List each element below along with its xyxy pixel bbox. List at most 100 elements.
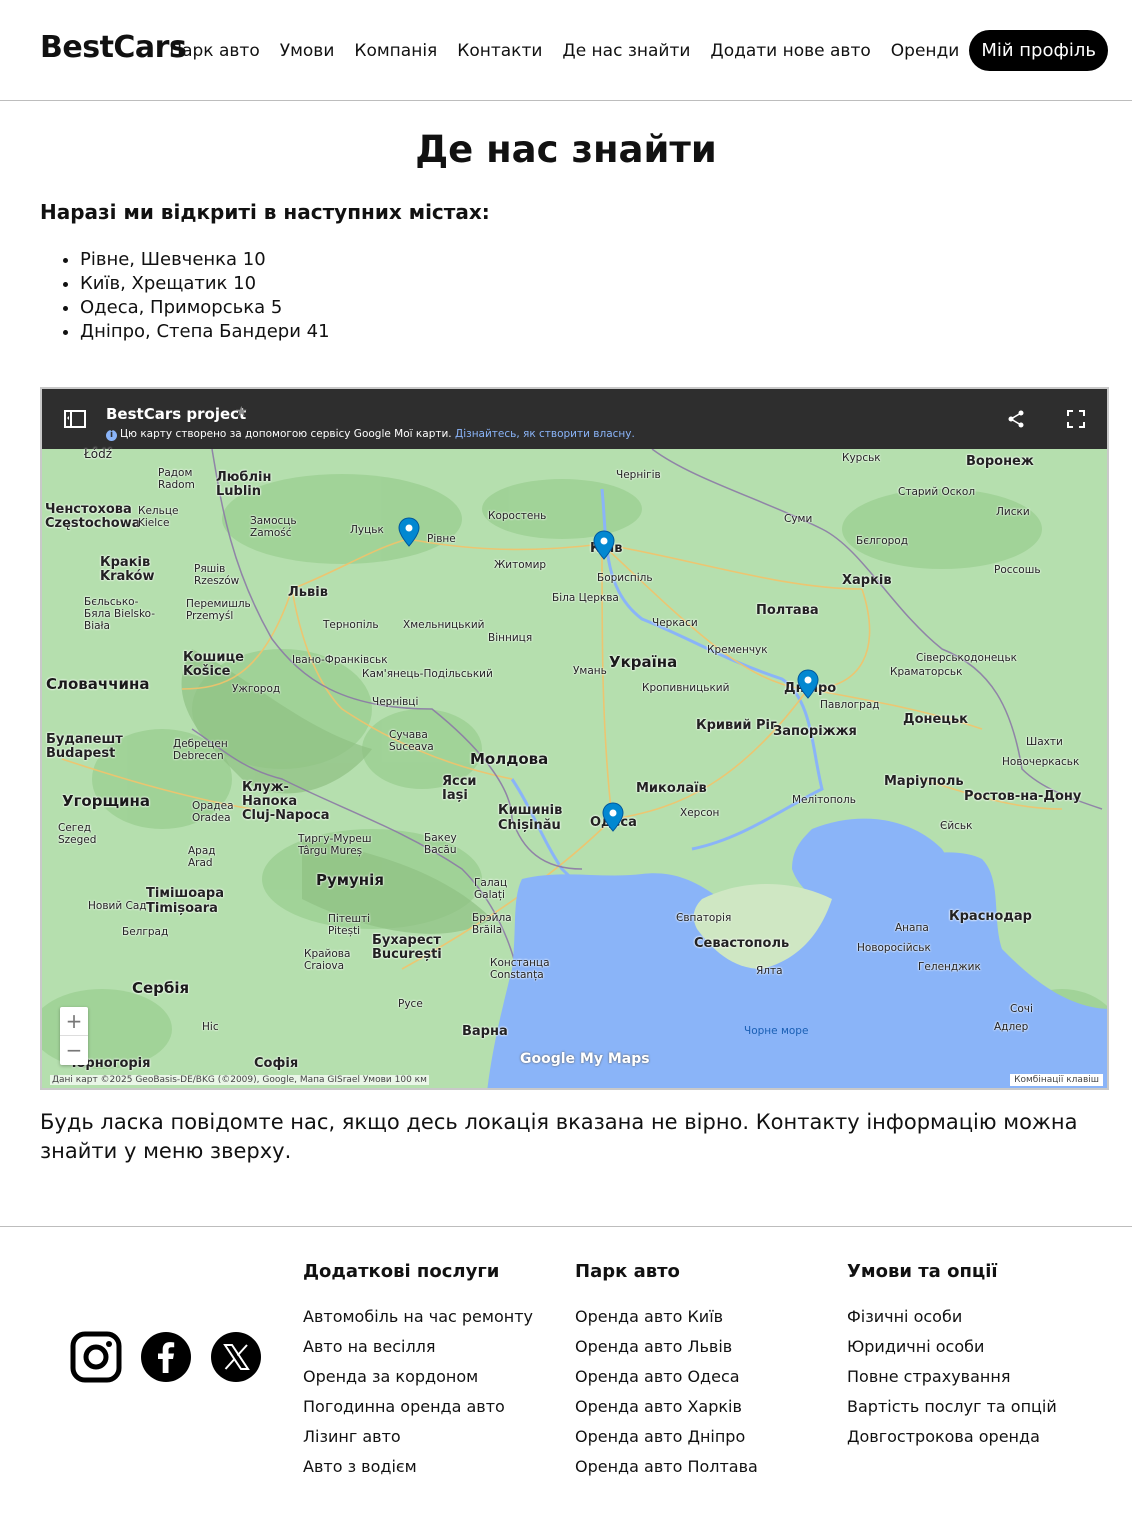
share-icon[interactable] — [1007, 410, 1025, 428]
map-label: Ряшів Rzeszów — [194, 563, 240, 587]
map-label: Кельце Kielce — [138, 505, 179, 529]
footer-link[interactable]: Погодинна оренда авто — [303, 1392, 533, 1422]
page-title: Де нас знайти — [415, 128, 717, 171]
map-canvas[interactable] — [42, 449, 1109, 1090]
map-label: Кременчук — [707, 644, 768, 656]
map-pin-kyiv[interactable] — [593, 530, 615, 560]
map-label: Маріуполь — [884, 774, 964, 789]
nav-fleet[interactable]: Парк авто — [169, 41, 259, 61]
map-subtitle: i Цю карту створено за допомогою сервісу … — [106, 428, 635, 441]
map-label: Мелітополь — [792, 794, 856, 806]
map-label: Геленджик — [918, 961, 981, 973]
map-pin-rivne[interactable] — [398, 517, 420, 547]
map-label: Варна — [462, 1024, 508, 1039]
footer-link[interactable]: Фізичні особи — [847, 1302, 1057, 1332]
footer-link[interactable]: Оренда за кордоном — [303, 1362, 533, 1392]
map-label: Тімішоара Timișoara — [146, 886, 224, 916]
map-label: Лиски — [996, 506, 1030, 518]
map-label: Люблін Lublin — [216, 470, 272, 499]
map-label: Адлер — [994, 1021, 1029, 1033]
map-pin-dnipro[interactable] — [797, 669, 819, 699]
footer-link[interactable]: Юридичні особи — [847, 1332, 1057, 1362]
nav-add-car[interactable]: Додати нове авто — [710, 41, 870, 61]
learn-more-link[interactable]: Дізнайтесь, як створити власну. — [455, 428, 635, 440]
footer-link[interactable]: Оренда авто Одеса — [575, 1362, 758, 1392]
map-label: Арад Arad — [188, 845, 216, 869]
site-header: BestCars Парк авто Умови Компанія Контак… — [0, 0, 1132, 101]
nav-contacts[interactable]: Контакти — [457, 41, 542, 61]
footer-link[interactable]: Оренда авто Полтава — [575, 1452, 758, 1482]
profile-button[interactable]: Мій профіль — [969, 30, 1108, 71]
map-label: Сочі — [1010, 1003, 1033, 1015]
map-label: Кам'янець-Подільський — [362, 668, 493, 680]
map-label: Клуж-Напока Cluj-Napoca — [242, 780, 330, 823]
map-label: Івано-Франківськ — [292, 654, 388, 666]
embedded-map[interactable]: BestCars project ★ i Цю карту створено за… — [40, 387, 1109, 1090]
footer-column-services: Додаткові послуги Автомобіль на час ремо… — [303, 1261, 533, 1482]
map-label: Бориспіль — [597, 572, 653, 584]
map-label: Рівне — [427, 533, 456, 545]
map-label: Сучава Suceava — [389, 729, 434, 753]
x-icon[interactable] — [210, 1331, 262, 1383]
map-label: Єйськ — [940, 820, 973, 832]
nav-company[interactable]: Компанія — [354, 41, 437, 61]
social-links — [70, 1331, 280, 1383]
map-label: Миколаїв — [636, 781, 707, 796]
zoom-in-button[interactable]: + — [60, 1007, 88, 1036]
map-label: Замосць Zamość — [250, 515, 297, 539]
map-label: Бухарест București — [372, 933, 442, 962]
sidebar-toggle-icon[interactable] — [64, 410, 86, 428]
map-label: Ростов-на-Дону — [964, 789, 1082, 804]
footer-column-fleet: Парк авто Оренда авто Київ Оренда авто Л… — [575, 1261, 758, 1482]
footer-link[interactable]: Довгострокова оренда — [847, 1422, 1057, 1452]
facebook-icon[interactable] — [140, 1331, 192, 1383]
nav-terms[interactable]: Умови — [280, 41, 335, 61]
footer-link[interactable]: Оренда авто Київ — [575, 1302, 758, 1332]
footer-link[interactable]: Автомобіль на час ремонту — [303, 1302, 533, 1332]
footer-link[interactable]: Повне страхування — [847, 1362, 1057, 1392]
site-logo[interactable]: BestCars — [40, 30, 187, 65]
map-label: Україна — [609, 653, 678, 671]
footer-heading: Умови та опції — [847, 1261, 998, 1282]
map-label: Софія — [254, 1056, 299, 1071]
main-nav: Парк авто Умови Компанія Контакти Де нас… — [169, 30, 1108, 71]
keyboard-shortcuts-link[interactable]: Комбінації клавіш — [1010, 1074, 1103, 1086]
attribution-text[interactable]: Дані карт ©2025 GeoBasis-DE/BKG (©2009),… — [50, 1075, 429, 1085]
map-label: Хмельницький — [403, 619, 485, 631]
map-label: Молдова — [470, 750, 549, 768]
fullscreen-icon[interactable] — [1067, 410, 1085, 428]
map-label: Анапа — [895, 922, 929, 934]
map-label: Россошь — [994, 564, 1041, 576]
city-item: Рівне, Шевченка 10 — [80, 248, 330, 272]
instagram-icon[interactable] — [70, 1331, 122, 1383]
map-label: Галац Galați — [474, 877, 508, 901]
map-label: Євпаторія — [676, 912, 732, 924]
map-label: Кишинів Chișinău — [498, 803, 563, 833]
map-label: Краків Kraków — [100, 555, 155, 584]
map-label: Бакеу Bacău — [424, 832, 457, 856]
footer-link[interactable]: Оренда авто Львів — [575, 1332, 758, 1362]
map-label: Будапешт Budapest — [46, 732, 123, 761]
map-label: Луцьк — [350, 524, 384, 536]
map-pin-odesa[interactable] — [602, 802, 624, 832]
footer-link[interactable]: Лізинг авто — [303, 1422, 533, 1452]
map-label: Ченстохова Częstochowa — [45, 502, 141, 531]
map-label: Русе — [398, 998, 423, 1010]
footer-link[interactable]: Оренда авто Харків — [575, 1392, 758, 1422]
map-label: Сербія — [132, 979, 190, 997]
footer-link[interactable]: Оренда авто Дніпро — [575, 1422, 758, 1452]
nav-rentals[interactable]: Оренди — [891, 41, 960, 61]
map-label: Запоріжжя — [773, 724, 857, 739]
map-label: Полтава — [756, 603, 819, 618]
location-note: Будь ласка повідомте нас, якщо десь лока… — [40, 1110, 1078, 1163]
footer-heading: Парк авто — [575, 1261, 680, 1282]
footer-link[interactable]: Вартість послуг та опцій — [847, 1392, 1057, 1422]
footer-link[interactable]: Авто на весілля — [303, 1332, 533, 1362]
footer-link[interactable]: Авто з водієм — [303, 1452, 533, 1482]
zoom-out-button[interactable]: − — [60, 1036, 88, 1065]
star-icon[interactable]: ★ — [235, 404, 248, 420]
footer-heading: Додаткові послуги — [303, 1261, 500, 1282]
map-label: Перемишль Przemyśl — [186, 598, 251, 622]
map-label: Новоросійськ — [857, 942, 931, 954]
nav-locations[interactable]: Де нас знайти — [562, 41, 690, 61]
